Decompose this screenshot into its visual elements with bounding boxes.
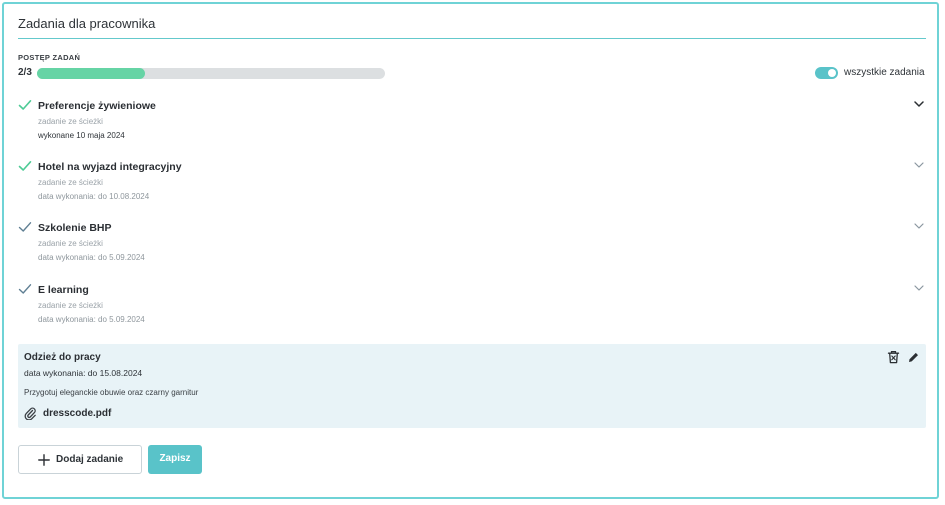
title-divider — [18, 38, 926, 39]
task-date: data wykonania: do 5.09.2024 — [38, 315, 145, 324]
progress-label: POSTĘP ZADAŃ — [18, 53, 81, 62]
task-item[interactable]: E learning zadanie ze ścieżki data wykon… — [18, 284, 926, 334]
chevron-down-icon[interactable] — [914, 161, 924, 169]
progress-count: 2/3 — [18, 67, 32, 78]
custom-task-description: Przygotuj eleganckie obuwie oraz czarny … — [24, 388, 199, 397]
progress-bar — [37, 68, 385, 79]
task-item[interactable]: Hotel na wyjazd integracyjny zadanie ze … — [18, 161, 926, 211]
check-icon — [18, 284, 32, 294]
progress-bar-fill — [37, 68, 145, 79]
attachment-link[interactable]: dresscode.pdf — [43, 408, 111, 419]
task-date: wykonane 10 maja 2024 — [38, 131, 125, 140]
task-name: E learning — [38, 284, 89, 296]
custom-task-title: Odzież do pracy — [24, 352, 101, 363]
task-source: zadanie ze ścieżki — [38, 301, 103, 310]
add-task-label: Dodaj zadanie — [56, 454, 124, 465]
save-button[interactable]: Zapisz — [148, 445, 202, 474]
chevron-down-icon[interactable] — [914, 222, 924, 230]
save-label: Zapisz — [159, 453, 191, 464]
custom-task-panel: Odzież do pracy data wykonania: do 15.08… — [18, 344, 926, 428]
check-icon — [18, 222, 32, 232]
task-source: zadanie ze ścieżki — [38, 239, 103, 248]
task-item[interactable]: Szkolenie BHP zadanie ze ścieżki data wy… — [18, 222, 926, 272]
task-date: data wykonania: do 10.08.2024 — [38, 192, 150, 201]
chevron-down-icon[interactable] — [914, 100, 924, 108]
task-date: data wykonania: do 5.09.2024 — [38, 253, 145, 262]
check-icon — [18, 161, 32, 171]
task-name: Szkolenie BHP — [38, 222, 112, 234]
trash-icon[interactable] — [887, 350, 900, 364]
pencil-icon[interactable] — [908, 351, 919, 363]
paperclip-icon — [24, 407, 36, 420]
task-source: zadanie ze ścieżki — [38, 117, 103, 126]
task-source: zadanie ze ścieżki — [38, 178, 103, 187]
all-tasks-toggle[interactable] — [815, 67, 838, 79]
custom-task-date: data wykonania: do 15.08.2024 — [24, 368, 143, 378]
check-icon — [18, 100, 32, 110]
chevron-down-icon[interactable] — [914, 284, 924, 292]
all-tasks-toggle-label: wszystkie zadania — [844, 67, 925, 78]
plus-icon — [38, 454, 50, 466]
task-name: Hotel na wyjazd integracyjny — [38, 161, 182, 173]
add-task-button[interactable]: Dodaj zadanie — [18, 445, 142, 474]
task-item[interactable]: Preferencje żywieniowe zadanie ze ścieżk… — [18, 100, 926, 150]
task-name: Preferencje żywieniowe — [38, 100, 156, 112]
page-title: Zadania dla pracownika — [18, 16, 156, 31]
